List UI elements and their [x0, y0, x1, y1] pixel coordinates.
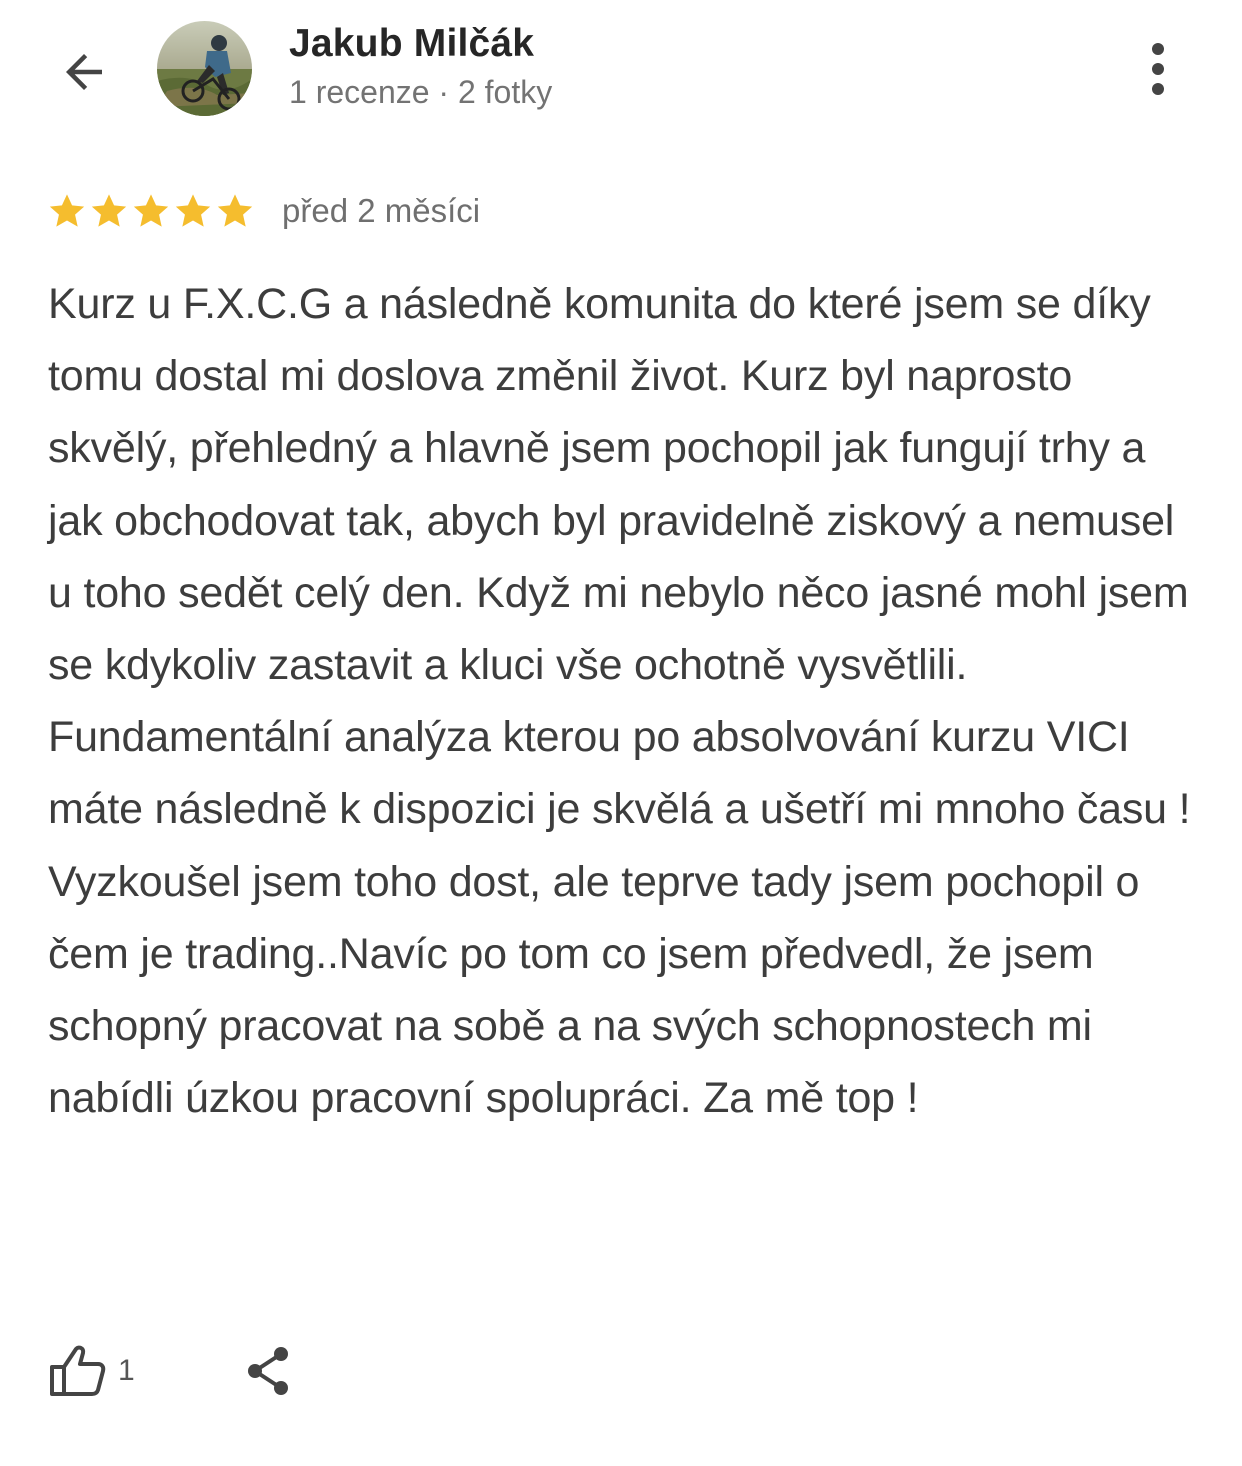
more-vert-icon — [1152, 43, 1164, 95]
avatar[interactable] — [157, 21, 252, 116]
review-header: Jakub Milčák 1 recenze · 2 fotky — [0, 0, 1242, 140]
rating-row: před 2 měsíci — [46, 188, 480, 234]
arrow-back-icon — [66, 54, 102, 90]
back-button[interactable] — [50, 38, 118, 106]
star-icon — [175, 194, 211, 227]
star-icon — [91, 194, 127, 227]
avatar-photo — [157, 21, 252, 116]
like-count: 1 — [118, 1354, 135, 1387]
author-meta: 1 recenze · 2 fotky — [289, 74, 553, 110]
review-actions: 1 — [48, 1336, 293, 1406]
thumb-up-icon — [50, 1345, 106, 1396]
star-icon — [49, 194, 85, 227]
author-name[interactable]: Jakub Milčák — [289, 22, 534, 66]
like-button[interactable]: 1 — [48, 1343, 135, 1399]
star-icon — [133, 194, 169, 227]
share-icon — [247, 1347, 288, 1395]
more-options-button[interactable] — [1128, 36, 1188, 102]
share-button[interactable] — [243, 1344, 293, 1398]
star-icon — [217, 194, 253, 227]
star-rating — [46, 190, 256, 232]
review-text: Kurz u F.X.C.G a následně komunita do kt… — [48, 280, 1191, 1123]
review-date: před 2 měsíci — [282, 192, 481, 229]
